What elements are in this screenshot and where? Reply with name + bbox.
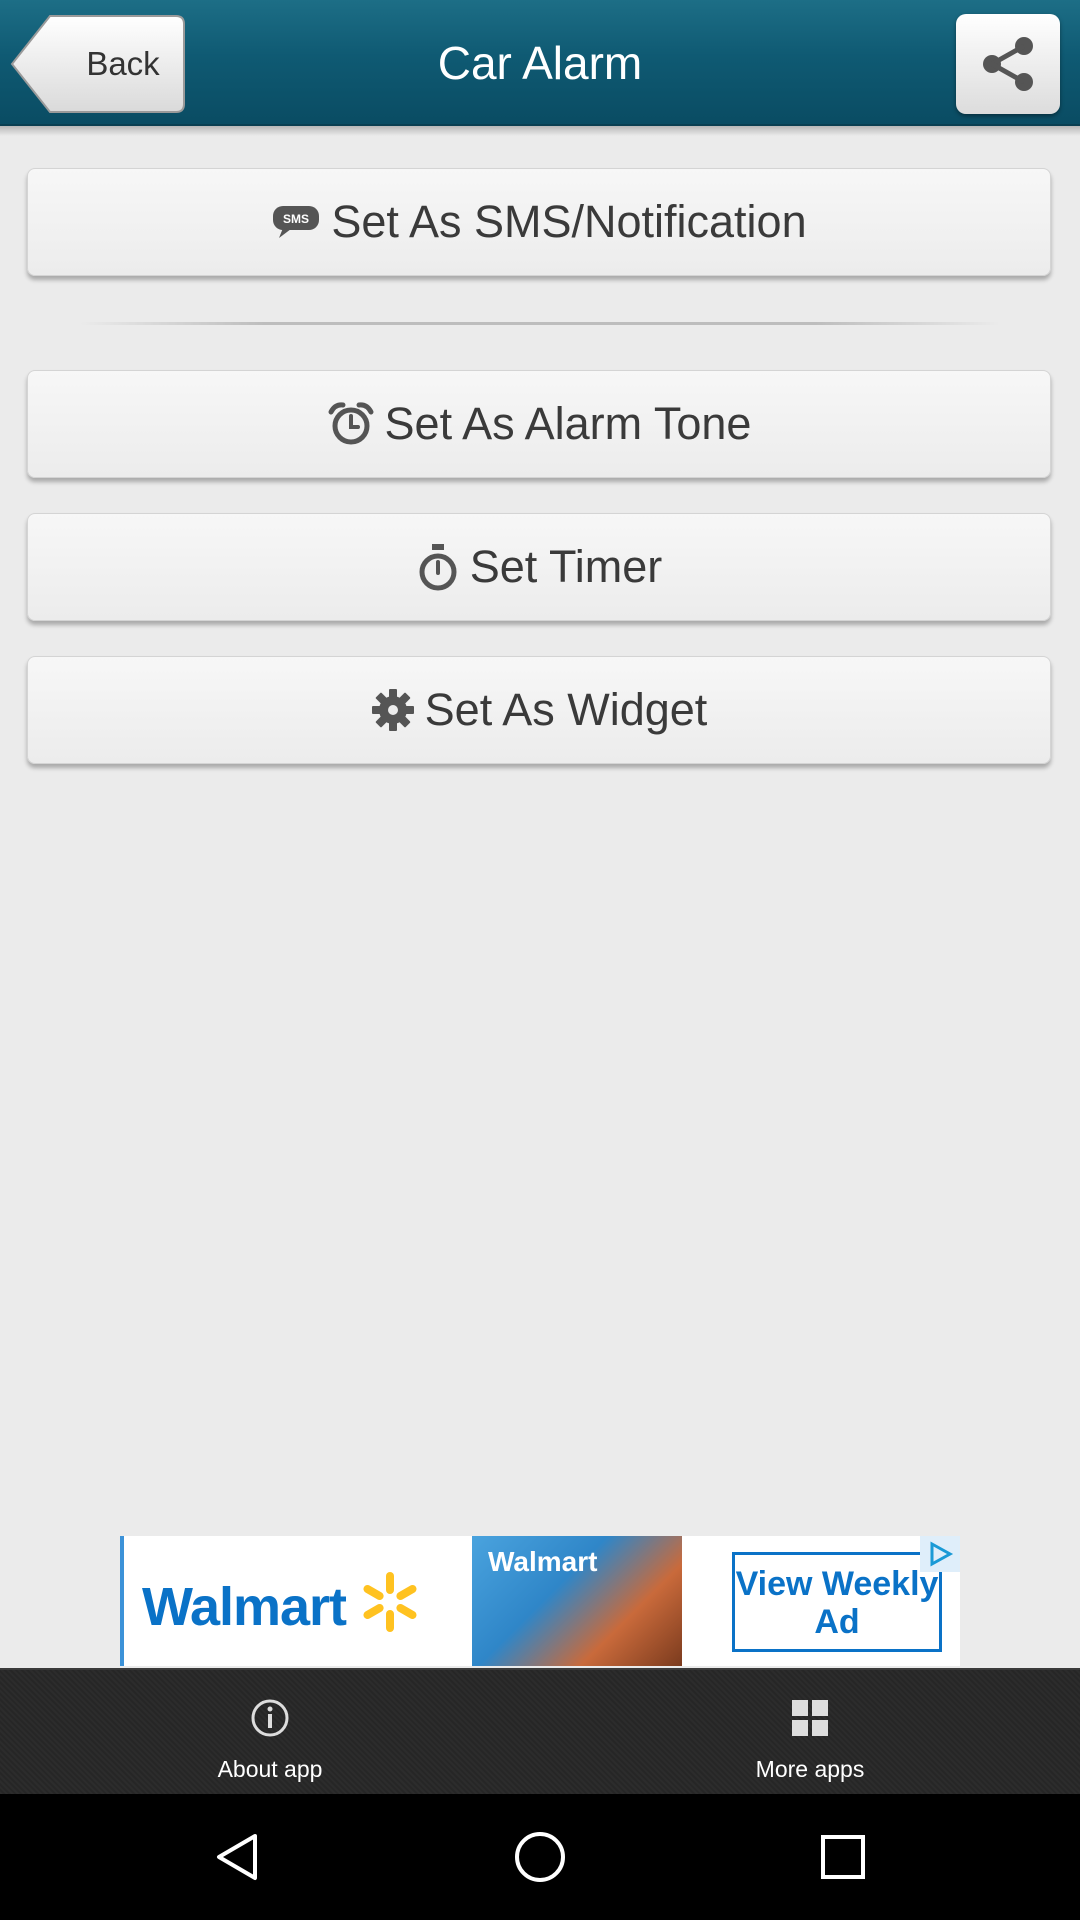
home-circle-icon [515,1832,565,1882]
ad-photo-text: Walmart [488,1546,598,1577]
divider [80,322,1000,325]
alarm-clock-icon [328,402,374,445]
set-sms-notification-button[interactable]: SMS Set As SMS/Notification [27,168,1051,276]
nav-back-button[interactable] [157,1794,317,1920]
more-apps-button[interactable]: More apps [540,1670,1080,1794]
share-icon [983,37,1033,91]
ad-cta-button[interactable]: View Weekly Ad [732,1552,942,1652]
stopwatch-icon [419,544,457,591]
action-label: Set As SMS/Notification [331,196,807,247]
set-alarm-tone-button[interactable]: Set As Alarm Tone [27,370,1051,478]
more-apps-label: More apps [755,1756,865,1782]
action-label: Set Timer [469,541,663,592]
nav-recents-button[interactable] [763,1794,923,1920]
ad-brand: Walmart [142,1577,347,1637]
system-nav-bar [0,1794,1080,1920]
sms-icon: SMS [273,206,320,238]
bottom-bar: About app More apps [0,1668,1080,1794]
action-label: Set As Widget [424,684,708,735]
page-title: Car Alarm [437,37,643,89]
ad-edge [120,1536,124,1666]
recents-square-icon [821,1835,865,1879]
action-label: Set As Alarm Tone [384,398,752,449]
top-bar: Back Car Alarm [0,0,1080,126]
set-timer-button[interactable]: Set Timer [27,513,1051,621]
grid-icon [792,1700,828,1736]
app-screen: Back Car Alarm SMS Set As SMS/Notificati… [0,0,1080,1794]
gear-icon [371,689,414,731]
ad-choices-icon[interactable] [920,1536,960,1572]
set-as-widget-button[interactable]: Set As Widget [27,656,1051,764]
nav-home-button[interactable] [460,1794,620,1920]
about-app-label: About app [217,1756,323,1782]
info-icon [251,1699,289,1737]
ad-banner[interactable]: Walmart Walmart View Weekly Ad [120,1536,960,1666]
walmart-spark-icon [363,1572,417,1632]
svg-text:SMS: SMS [283,212,309,226]
share-button[interactable] [956,14,1060,114]
header-shadow [0,126,1080,136]
ad-photo: Walmart [472,1536,682,1666]
back-triangle-icon [217,1834,257,1880]
about-app-button[interactable]: About app [0,1670,540,1794]
